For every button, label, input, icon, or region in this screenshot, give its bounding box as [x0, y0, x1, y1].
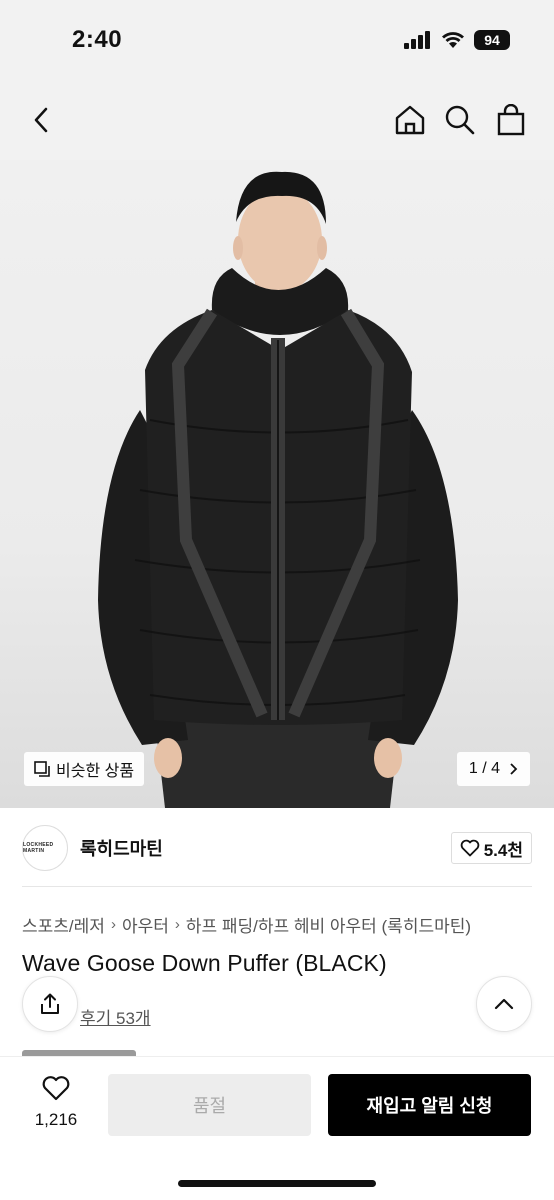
page-indicator-text: 1 / 4: [468, 760, 500, 777]
breadcrumb-item[interactable]: 아우터: [122, 912, 169, 937]
product-image-carousel[interactable]: [0, 160, 554, 808]
restock-alert-button[interactable]: 재입고 알림 신청: [328, 1074, 531, 1136]
reviews-link[interactable]: 후기 53개: [80, 1004, 151, 1029]
wifi-icon: [442, 32, 464, 48]
status-bar: 2:40 94: [0, 0, 554, 80]
cart-button[interactable]: [491, 100, 531, 140]
home-indicator[interactable]: [178, 1180, 376, 1187]
cellular-signal-icon: [404, 31, 430, 49]
brand-like-button[interactable]: 5.4천: [450, 832, 532, 864]
brand-row[interactable]: LOCKHEED MARTIN 록히드마틴 5.4천: [22, 824, 532, 872]
wishlist-count: 1,216: [34, 1110, 78, 1129]
battery-icon: 94: [474, 30, 510, 50]
breadcrumb-item[interactable]: 스포츠/레저: [22, 912, 105, 937]
restock-alert-label: 재입고 알림 신청: [366, 1096, 493, 1116]
breadcrumb-item[interactable]: 하프 패딩/하프 헤비 아우터 (록히드마틴): [186, 912, 471, 937]
home-button[interactable]: [390, 100, 430, 140]
breadcrumb-separator-icon: ›: [174, 916, 180, 933]
brand-name[interactable]: 록히드마틴: [80, 835, 163, 861]
brand-like-count: 5.4천: [483, 840, 523, 860]
search-button[interactable]: [440, 100, 480, 140]
back-button[interactable]: [22, 100, 62, 140]
breadcrumb: 스포츠/레저 › 아우터 › 하프 패딩/하프 헤비 아우터 (록히드마틴): [22, 912, 471, 937]
heart-icon: [460, 839, 480, 857]
wishlist-button[interactable]: 1,216: [22, 1075, 90, 1130]
top-nav-bar: [0, 80, 554, 160]
shopping-bag-icon: [497, 104, 525, 136]
home-icon: [395, 105, 425, 135]
sold-out-label: 품절: [192, 1096, 227, 1116]
sold-out-button: 품절: [108, 1074, 311, 1136]
status-icons: 94: [404, 30, 510, 50]
similar-items-icon: [34, 761, 50, 777]
divider: [22, 886, 532, 887]
search-icon: [445, 105, 475, 135]
product-photo: [98, 171, 458, 808]
chevron-right-icon: [510, 763, 518, 775]
breadcrumb-separator-icon: ›: [110, 916, 116, 933]
similar-products-button[interactable]: 비슷한 상품: [24, 752, 145, 786]
scroll-to-top-button[interactable]: [476, 976, 532, 1032]
similar-products-label: 비슷한 상품: [56, 763, 135, 780]
product-title: Wave Goose Down Puffer (BLACK): [22, 950, 387, 976]
share-icon: [41, 993, 59, 1014]
share-button[interactable]: [22, 976, 78, 1032]
bottom-action-bar: 1,216 품절 재입고 알림 신청: [0, 1056, 554, 1200]
status-time: 2:40: [72, 26, 123, 53]
battery-level: 94: [484, 32, 500, 48]
brand-logo[interactable]: LOCKHEED MARTIN: [22, 825, 68, 871]
chevron-up-icon: [494, 998, 514, 1010]
chevron-left-icon: [34, 107, 48, 133]
image-page-indicator[interactable]: 1 / 4: [456, 752, 530, 786]
heart-icon: [42, 1076, 70, 1101]
brand-logo-text: LOCKHEED MARTIN: [23, 842, 54, 854]
